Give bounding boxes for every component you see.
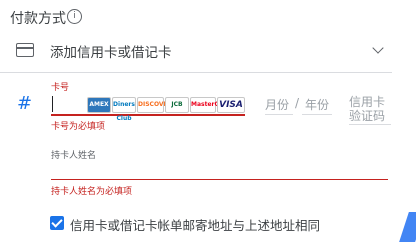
cardholder-name-label: 持卡人姓名 xyxy=(51,151,97,161)
same-address-checkbox[interactable] xyxy=(50,216,64,230)
mastercard-logo-icon: MasterCard xyxy=(190,97,230,113)
discover-logo-icon: DISCOVER xyxy=(137,97,172,113)
add-card-label[interactable]: 添加信用卡或借记卡 xyxy=(50,41,172,61)
expiry-month-input[interactable]: 月份 xyxy=(265,96,289,113)
amex-logo-icon: AMEX xyxy=(87,97,111,113)
expiry-separator: / xyxy=(295,96,300,110)
text-caret xyxy=(52,96,53,112)
info-icon[interactable]: i xyxy=(67,9,82,24)
cvc-input[interactable]: 信用卡验证码 xyxy=(349,95,389,123)
jcb-logo-icon: JCB xyxy=(165,97,189,113)
card-number-label: 卡号 xyxy=(51,83,70,93)
same-address-label[interactable]: 信用卡或借记卡帐单邮寄地址与上述地址相同 xyxy=(70,215,320,234)
cardholder-name-error: 持卡人姓名为必填项 xyxy=(51,187,133,197)
cardholder-name-input[interactable] xyxy=(51,163,388,180)
visa-logo-icon: VISA xyxy=(217,97,245,113)
expiry-year-underline xyxy=(302,114,332,115)
payment-method-title: 付款方式 xyxy=(10,11,66,27)
hash-icon: # xyxy=(17,93,33,114)
diners-club-logo-icon: Diners Club xyxy=(112,97,136,122)
corner-accent xyxy=(399,212,416,242)
credit-card-icon xyxy=(16,43,34,57)
cvc-underline xyxy=(349,124,391,125)
expiry-month-underline xyxy=(265,114,293,115)
card-number-error: 卡号为必填项 xyxy=(51,122,106,132)
expiry-year-input[interactable]: 年份 xyxy=(305,96,329,113)
